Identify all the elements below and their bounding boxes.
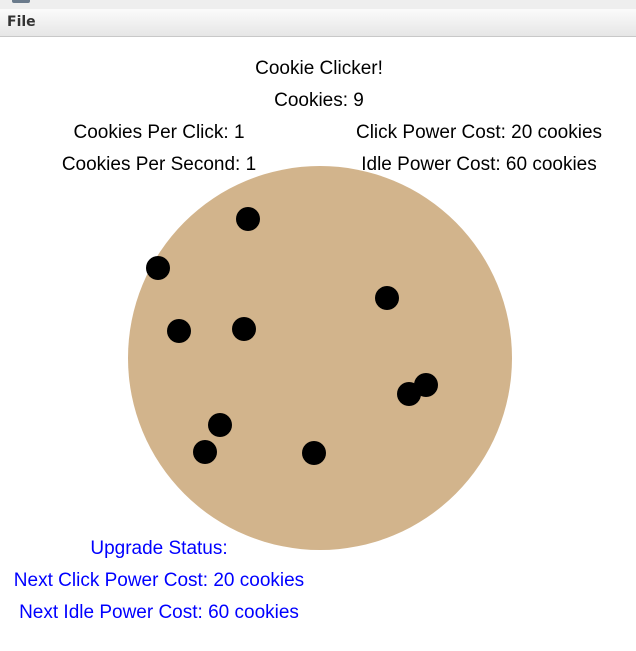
chocolate-chip-icon: [236, 207, 260, 231]
chocolate-chip-icon: [397, 382, 421, 406]
cookie-clicker-window: File Cookie Clicker! Cookies: 9 Cookies …: [0, 0, 636, 651]
chocolate-chip-icon: [375, 286, 399, 310]
next-idle-power-cost: Next Idle Power Cost: 60 cookies: [19, 602, 299, 623]
chocolate-chip-icon: [232, 317, 256, 341]
chocolate-chip-icon: [167, 319, 191, 343]
cookie-icon[interactable]: [128, 166, 512, 550]
chocolate-chip-icon: [146, 256, 170, 280]
chocolate-chip-icon: [208, 413, 232, 437]
chocolate-chip-icon: [193, 440, 217, 464]
cookie-button[interactable]: [128, 166, 512, 550]
next-click-power-cost: Next Click Power Cost: 20 cookies: [13, 570, 305, 591]
upgrade-status-label: Upgrade Status:: [90, 538, 228, 559]
chocolate-chip-icon: [302, 441, 326, 465]
